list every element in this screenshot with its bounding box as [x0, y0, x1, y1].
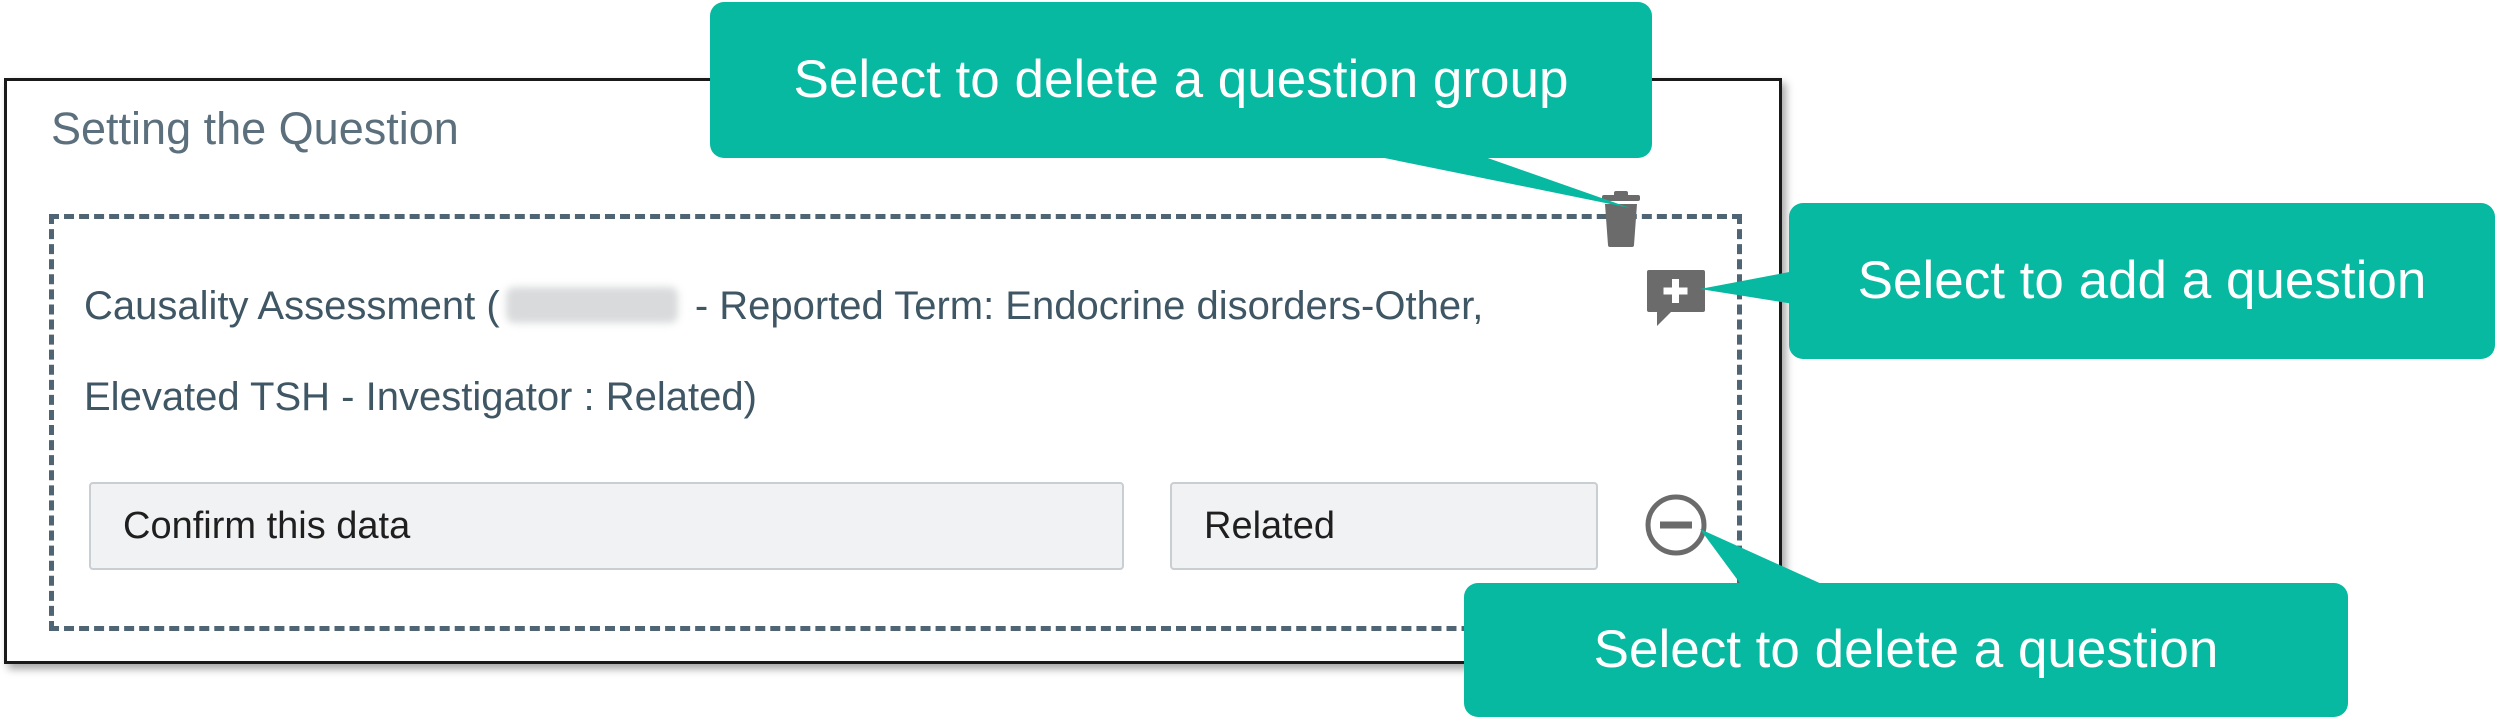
pointer-delete-question [1700, 529, 1835, 590]
callout-add-question: Select to add a question [1789, 203, 2495, 359]
callout-delete-group: Select to delete a question group [710, 2, 1652, 158]
pointer-delete-group [1345, 150, 1630, 208]
callout-delete-question: Select to delete a question [1464, 583, 2348, 717]
pointer-add-question [1700, 270, 1800, 305]
